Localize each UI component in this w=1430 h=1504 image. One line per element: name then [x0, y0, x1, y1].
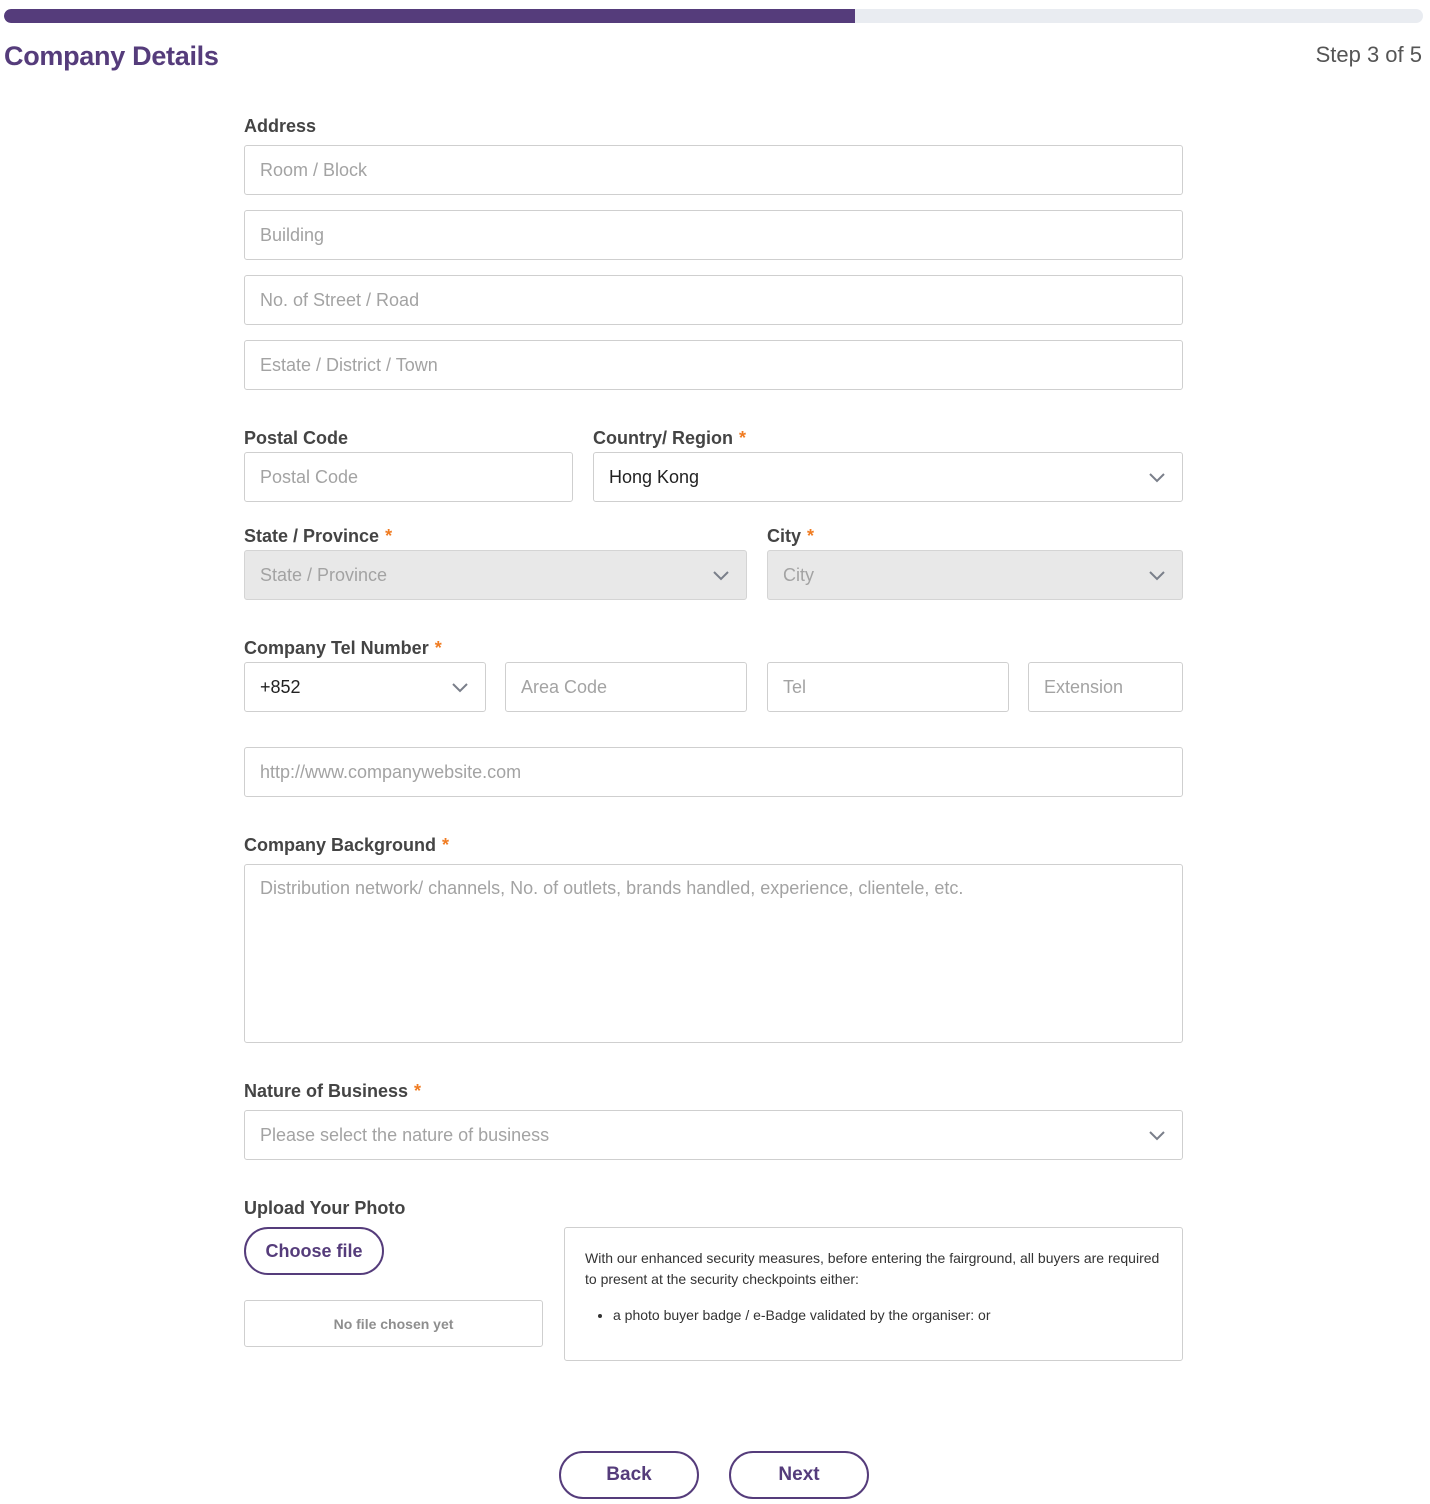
room-block-field[interactable] — [244, 145, 1183, 195]
state-label-text: State / Province — [244, 526, 380, 546]
street-input[interactable] — [245, 276, 1182, 324]
choose-file-button[interactable]: Choose file — [244, 1227, 384, 1275]
chevron-down-icon — [1149, 473, 1165, 483]
chevron-down-icon — [1149, 571, 1165, 581]
company-tel-label-text: Company Tel Number — [244, 638, 429, 658]
extension-input[interactable] — [1029, 663, 1182, 711]
city-placeholder: City — [783, 564, 814, 585]
required-marker: * — [414, 1081, 422, 1101]
estate-field[interactable] — [244, 340, 1183, 390]
postal-code-input[interactable] — [245, 453, 572, 501]
company-background-label-text: Company Background — [244, 835, 437, 855]
nature-of-business-label-text: Nature of Business — [244, 1081, 409, 1101]
company-background-label: Company Background * — [244, 835, 449, 856]
nature-of-business-placeholder: Please select the nature of business — [260, 1124, 550, 1145]
city-label: City * — [767, 526, 814, 547]
required-marker: * — [807, 526, 815, 546]
step-indicator: Step 3 of 5 — [1315, 42, 1422, 67]
list-item: a photo buyer badge / e-Badge validated … — [613, 1305, 1162, 1326]
extension-field[interactable] — [1028, 662, 1183, 712]
required-marker: * — [739, 428, 747, 448]
country-code-value: +852 — [260, 676, 301, 697]
security-info-list: a photo buyer badge / e-Badge validated … — [585, 1305, 1162, 1326]
building-input[interactable] — [245, 211, 1182, 259]
tel-field[interactable] — [767, 662, 1009, 712]
file-status: No file chosen yet — [244, 1300, 543, 1347]
postal-code-label: Postal Code — [244, 428, 349, 448]
company-tel-label: Company Tel Number * — [244, 638, 442, 659]
postal-code-field[interactable] — [244, 452, 573, 502]
upload-photo-label: Upload Your Photo — [244, 1198, 406, 1218]
required-marker: * — [385, 526, 393, 546]
country-label: Country/ Region * — [593, 428, 746, 449]
state-placeholder: State / Province — [260, 564, 388, 585]
nature-of-business-select[interactable]: Please select the nature of business — [244, 1110, 1183, 1160]
required-marker: * — [434, 638, 442, 658]
estate-input[interactable] — [245, 341, 1182, 389]
security-info-text: With our enhanced security measures, bef… — [585, 1250, 1160, 1287]
chevron-down-icon — [452, 683, 468, 693]
country-value: Hong Kong — [609, 466, 700, 487]
state-select: State / Province — [244, 550, 747, 600]
street-field[interactable] — [244, 275, 1183, 325]
room-block-input[interactable] — [245, 146, 1182, 194]
building-field[interactable] — [244, 210, 1183, 260]
country-code-select[interactable]: +852 — [244, 662, 486, 712]
chevron-down-icon — [713, 571, 729, 581]
tel-input[interactable] — [768, 663, 1008, 711]
address-label: Address — [244, 116, 317, 136]
country-label-text: Country/ Region — [593, 428, 733, 448]
area-code-input[interactable] — [506, 663, 746, 711]
city-select: City — [767, 550, 1183, 600]
required-marker: * — [442, 835, 450, 855]
company-background-textarea[interactable] — [245, 865, 1182, 1042]
nature-of-business-label: Nature of Business * — [244, 1081, 421, 1102]
page-title: Company Details — [4, 41, 219, 71]
security-info-box: With our enhanced security measures, bef… — [564, 1227, 1183, 1361]
company-background-field[interactable] — [244, 864, 1183, 1043]
area-code-field[interactable] — [505, 662, 747, 712]
chevron-down-icon — [1149, 1131, 1165, 1141]
next-button[interactable]: Next — [729, 1451, 869, 1499]
country-select[interactable]: Hong Kong — [593, 452, 1183, 502]
city-label-text: City — [767, 526, 802, 546]
progress-bar — [4, 9, 1423, 23]
website-field[interactable] — [244, 747, 1183, 797]
state-label: State / Province * — [244, 526, 392, 547]
website-input[interactable] — [245, 748, 1182, 796]
progress-bar-fill — [4, 9, 856, 23]
back-button[interactable]: Back — [559, 1451, 699, 1499]
